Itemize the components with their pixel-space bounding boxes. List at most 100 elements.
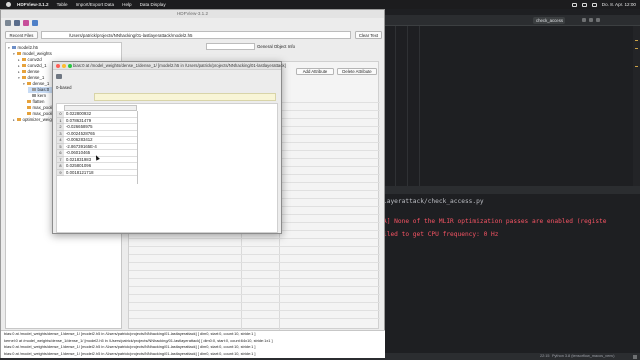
menu-bar: HDFView-3.1.2 Table Import/Export Data H… bbox=[0, 0, 640, 9]
tree-item[interactable]: ▸ optimizer_weigh bbox=[13, 117, 54, 123]
menu-item-help[interactable]: Help bbox=[122, 2, 131, 7]
tree-item-label: kern bbox=[37, 93, 47, 99]
folder-icon bbox=[27, 106, 31, 110]
tree-item[interactable]: ▾ model2.h5 bbox=[8, 45, 38, 51]
code-editor[interactable] bbox=[383, 26, 633, 186]
object-info-tab-field[interactable] bbox=[206, 43, 255, 50]
log-panel[interactable]: bias:0 at /model_weights/dense_1/dense_1… bbox=[1, 330, 385, 358]
tree-toggle[interactable]: ▸ bbox=[13, 118, 16, 122]
python-interpreter[interactable]: Python 3.8 (tensorflow_macos_venv) bbox=[552, 353, 614, 360]
control-center-icon[interactable] bbox=[591, 2, 597, 7]
delete-attribute-button[interactable]: Delete Attribute bbox=[337, 68, 377, 75]
console-script-path: layerattack/check_access.py bbox=[383, 198, 484, 205]
menu-app-name[interactable]: HDFView-3.1.2 bbox=[17, 2, 49, 7]
tree-toggle[interactable]: ▾ bbox=[18, 76, 21, 80]
hdf-tool-icon[interactable] bbox=[23, 20, 29, 26]
log-line: bias:0 at /model_weights/dense_1/dense_1… bbox=[4, 350, 256, 356]
tree-item-label: conv2d_1 bbox=[27, 63, 47, 69]
recent-files-button[interactable]: Recent Files bbox=[5, 31, 38, 39]
tree-item[interactable]: ▸ conv2d_1 bbox=[18, 63, 47, 69]
hdfview-title: HDFView-3.1.2 bbox=[1, 10, 384, 18]
tree-item-label: optimizer_weigh bbox=[22, 117, 55, 123]
cursor-position[interactable]: 22:15 bbox=[540, 353, 550, 360]
table-cell[interactable]: 0.0018121718 bbox=[64, 170, 137, 176]
hdfview-toolbar bbox=[5, 20, 38, 26]
debug-icon[interactable] bbox=[589, 18, 593, 22]
minimize-window-icon[interactable] bbox=[62, 64, 66, 68]
tree-toggle[interactable]: ▸ bbox=[18, 64, 21, 68]
folder-icon bbox=[22, 64, 26, 68]
run-console[interactable]: layerattack/check_access.py A] None of t… bbox=[383, 194, 633, 334]
tree-item[interactable]: ▾ model_weights bbox=[13, 51, 52, 57]
close-window-icon[interactable] bbox=[56, 64, 60, 68]
tree-item[interactable]: max_poolin bbox=[23, 105, 55, 111]
tree-item[interactable]: ▸ conv2d bbox=[18, 57, 42, 63]
tree-toggle[interactable]: ▾ bbox=[8, 46, 11, 50]
dataset-dialog: bias:0 at /model_weights/dense_1/dense_1… bbox=[52, 61, 286, 234]
tree-item-label: conv2d bbox=[27, 57, 42, 63]
ide-toolbar: check_access bbox=[383, 15, 640, 26]
tree-item[interactable]: ▸ dense bbox=[18, 69, 39, 75]
tree-toggle[interactable]: ▾ bbox=[13, 52, 16, 56]
tree-item-label: model_weights bbox=[22, 51, 52, 57]
folder-icon bbox=[27, 82, 31, 86]
wifi-icon[interactable] bbox=[581, 2, 587, 7]
run-config-select[interactable]: check_access bbox=[533, 17, 565, 24]
folder-icon bbox=[22, 70, 26, 74]
table-tool-icon[interactable] bbox=[56, 74, 62, 79]
tree-item-label: bias:0 bbox=[37, 87, 50, 93]
ide-status-bar: 22:15 Python 3.8 (tensorflow_macos_venv) bbox=[383, 353, 640, 360]
run-icon[interactable] bbox=[582, 18, 586, 22]
tree-item-label: dense_1 bbox=[27, 75, 45, 81]
tree-item[interactable]: max_poolin bbox=[23, 111, 55, 117]
console-error-line: A] None of the MLIR optimization passes … bbox=[383, 218, 607, 225]
close-file-icon[interactable] bbox=[14, 20, 20, 26]
editor-scrollbar[interactable] bbox=[633, 26, 640, 186]
folder-icon bbox=[27, 100, 31, 104]
dataset-table[interactable]: 0 0.022800932 1 0.078631479 2 -0.0266589… bbox=[56, 103, 278, 233]
tree-item-label: dense bbox=[27, 69, 40, 75]
tree-item[interactable]: ▾ dense_1 bbox=[23, 81, 49, 87]
tree-item-selected[interactable]: bias:0 bbox=[28, 87, 54, 93]
folder-icon bbox=[17, 118, 21, 122]
help-icon[interactable] bbox=[32, 20, 38, 26]
row-number: 9 bbox=[57, 169, 64, 176]
cell-value-field[interactable] bbox=[94, 93, 276, 101]
lock-icon[interactable] bbox=[633, 354, 637, 359]
menu-item-table[interactable]: Table bbox=[57, 2, 68, 7]
tree-item[interactable]: kern bbox=[28, 93, 46, 99]
stop-icon[interactable] bbox=[596, 18, 600, 22]
tree-item[interactable]: ▾ dense_1 bbox=[18, 75, 44, 81]
tree-item-label: model2.h5 bbox=[17, 45, 39, 51]
menu-clock[interactable]: Do. 8. Apr. 12:00 bbox=[602, 2, 636, 7]
tree-toggle[interactable]: ▸ bbox=[18, 58, 21, 62]
dataset-icon bbox=[32, 88, 36, 92]
add-attribute-button[interactable]: Add Attribute bbox=[296, 68, 334, 75]
dataset-icon bbox=[32, 94, 36, 98]
dialog-titlebar[interactable]: bias:0 at /model_weights/dense_1/dense_1… bbox=[53, 62, 286, 70]
folder-icon bbox=[17, 52, 21, 56]
folder-icon bbox=[22, 58, 26, 62]
apple-icon[interactable] bbox=[6, 2, 11, 7]
tree-item-label: dense_1 bbox=[32, 81, 50, 87]
tree-item-label: flatten bbox=[32, 99, 45, 105]
clear-text-button[interactable]: Clear Text bbox=[355, 31, 382, 39]
tree-item[interactable]: flatten bbox=[23, 99, 44, 105]
dialog-title: bias:0 at /model_weights/dense_1/dense_1… bbox=[73, 63, 286, 68]
folder-icon bbox=[27, 112, 31, 116]
run-panel-header bbox=[383, 186, 640, 194]
folder-icon bbox=[22, 76, 26, 80]
index-base-label: 0-based bbox=[56, 85, 72, 90]
battery-icon[interactable] bbox=[571, 2, 577, 7]
general-object-info-tab[interactable]: General Object Info bbox=[257, 43, 295, 50]
console-error-line: iled to get CPU frequency: 0 Hz bbox=[383, 231, 499, 238]
menu-item-import-export[interactable]: Import/Export Data bbox=[76, 2, 115, 7]
tree-toggle[interactable]: ▾ bbox=[23, 82, 26, 86]
file-path-field[interactable]: /Users/patrick/projects/NNhacking/01-las… bbox=[41, 31, 351, 39]
ide-window: check_access layerattack/check_access.py… bbox=[383, 9, 640, 360]
menu-item-data-display[interactable]: Data Display bbox=[140, 2, 166, 7]
open-file-icon[interactable] bbox=[5, 20, 11, 26]
tree-toggle[interactable]: ▸ bbox=[18, 70, 21, 74]
file-icon bbox=[12, 46, 16, 50]
maximize-window-icon[interactable] bbox=[68, 64, 72, 68]
